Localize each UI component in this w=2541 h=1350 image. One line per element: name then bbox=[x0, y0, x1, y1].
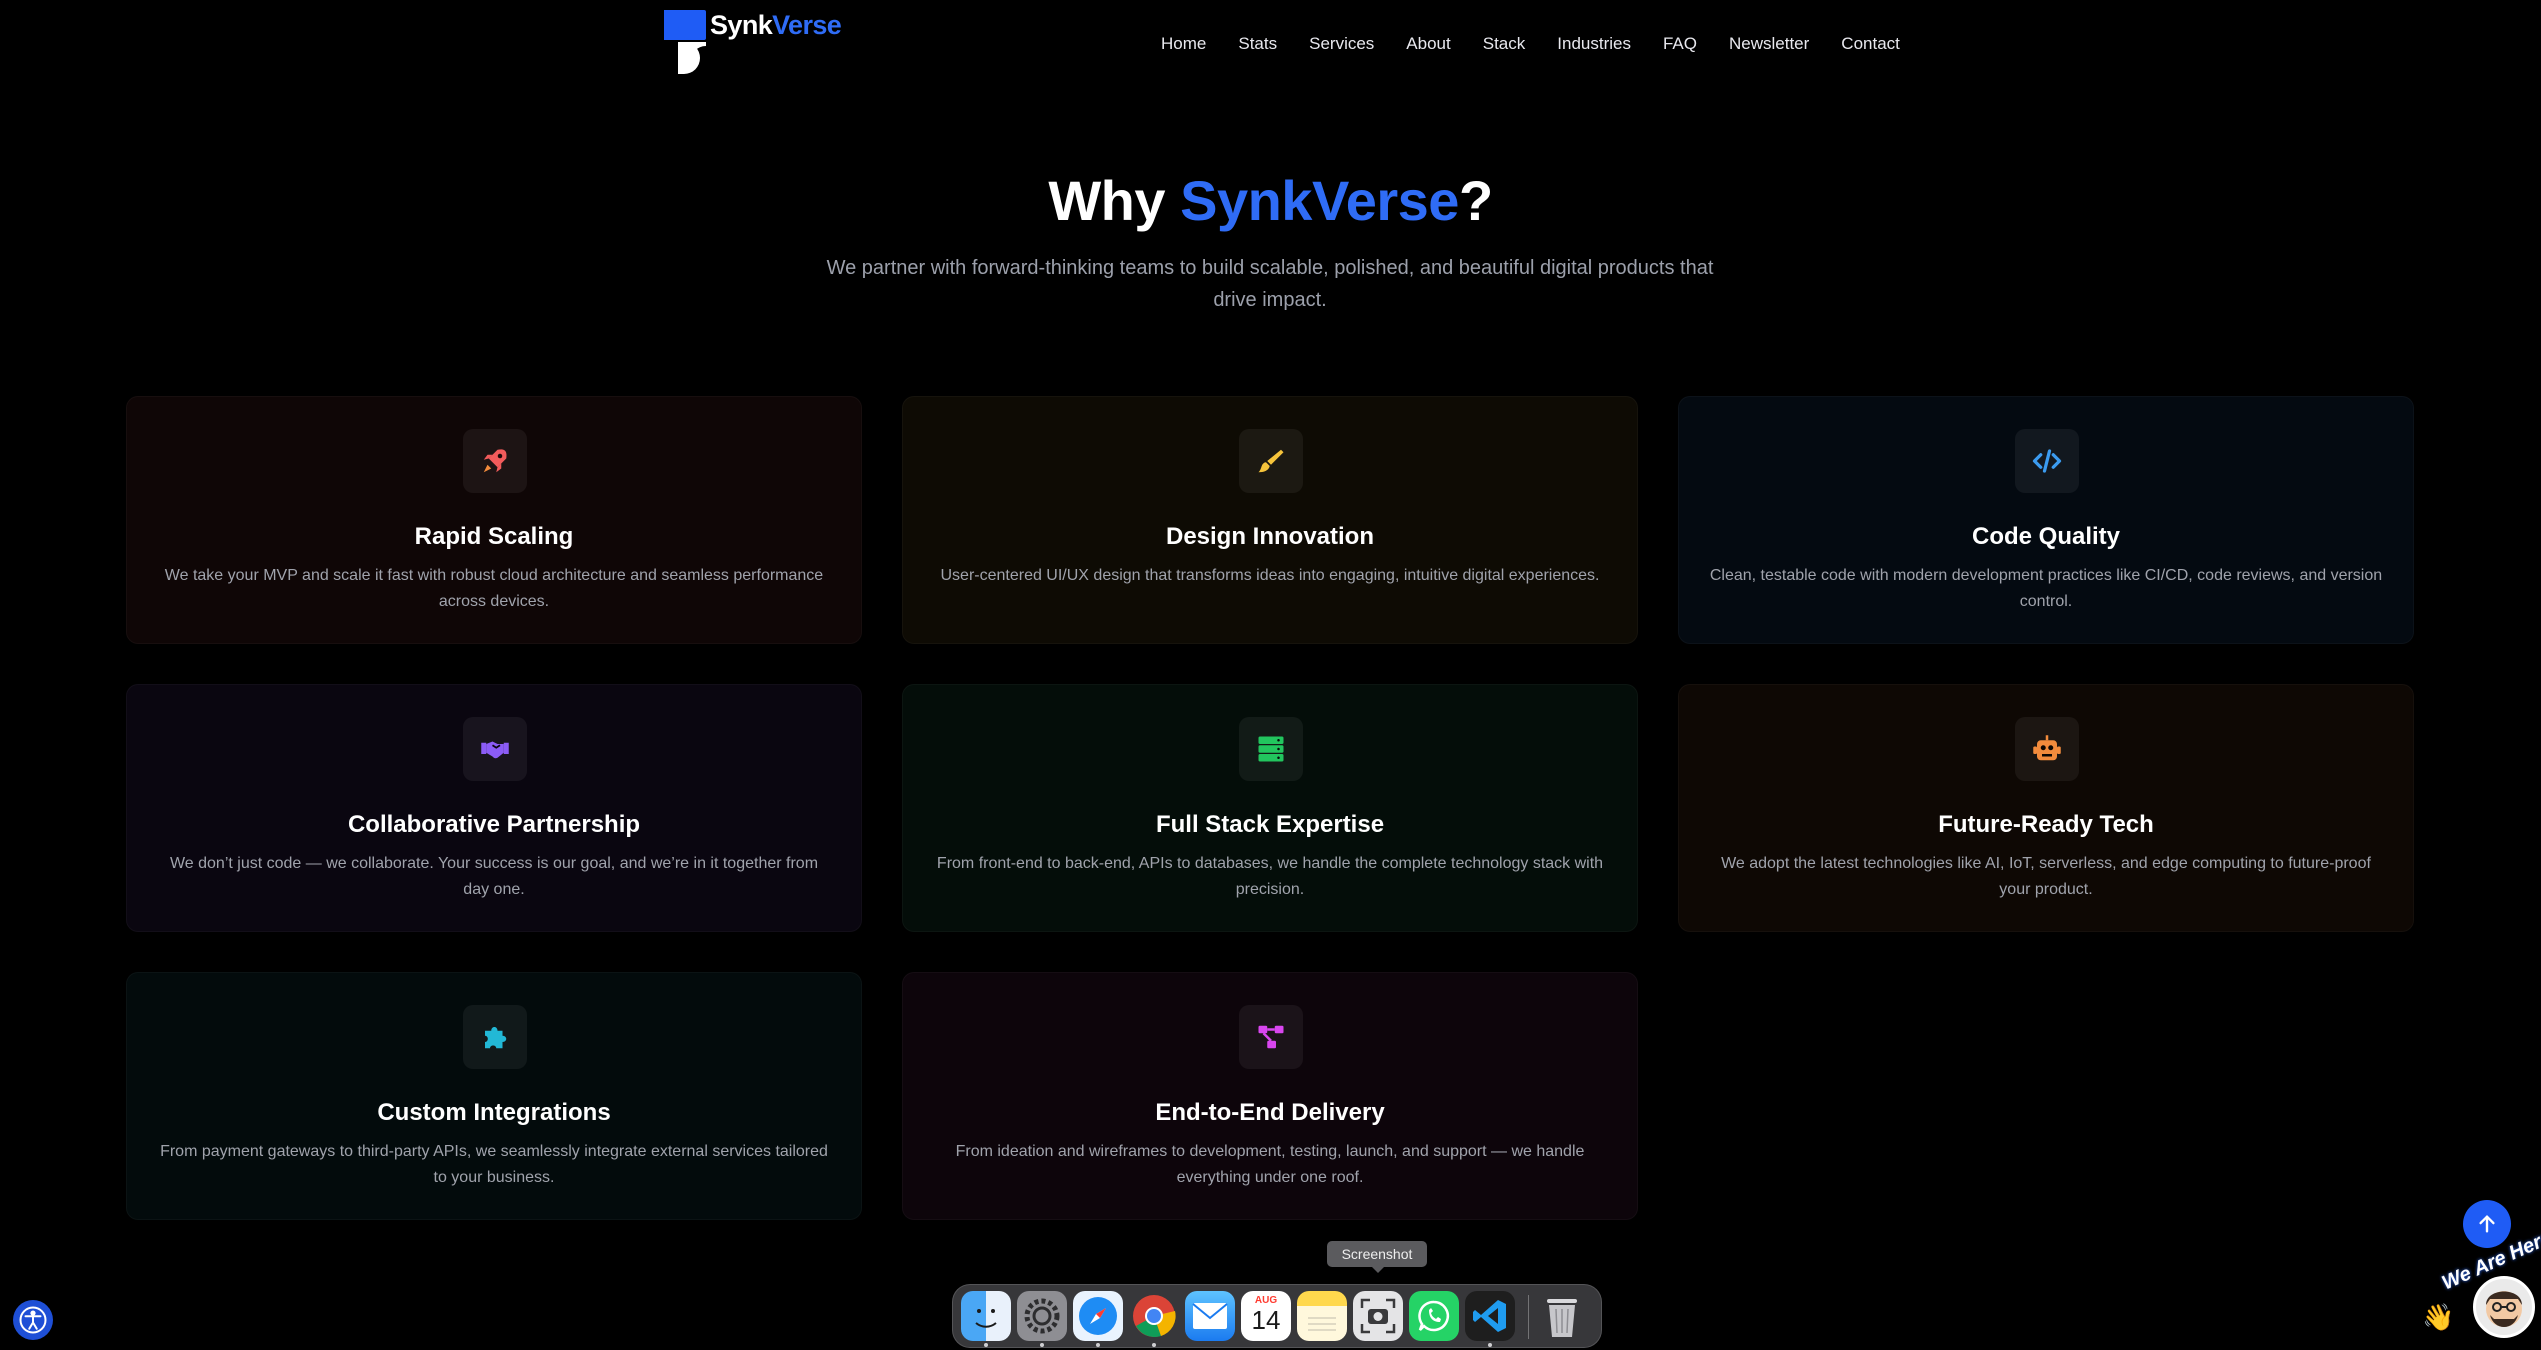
chrome-icon[interactable] bbox=[1129, 1291, 1179, 1347]
feature-card-code-quality: Code Quality Clean, testable code with m… bbox=[1678, 396, 2414, 644]
mail-icon[interactable] bbox=[1185, 1291, 1235, 1341]
card-text: From payment gateways to third-party API… bbox=[160, 1143, 828, 1186]
nav-newsletter[interactable]: Newsletter bbox=[1713, 30, 1825, 58]
compass-icon bbox=[1079, 1297, 1117, 1335]
feature-card-collaborative-partnership: Collaborative Partnership We don’t just … bbox=[126, 684, 862, 932]
feature-card-end-to-end-delivery: End-to-End Delivery From ideation and wi… bbox=[902, 972, 1638, 1220]
running-indicator bbox=[1152, 1343, 1156, 1347]
nav-faq[interactable]: FAQ bbox=[1647, 30, 1713, 58]
robot-icon bbox=[2033, 735, 2061, 761]
server-icon bbox=[1258, 736, 1284, 762]
card-icon-box bbox=[2015, 429, 2079, 493]
safari-icon[interactable] bbox=[1073, 1291, 1123, 1347]
running-indicator bbox=[1096, 1343, 1100, 1347]
card-title: Design Innovation bbox=[1165, 523, 1374, 550]
workflow-icon bbox=[1258, 1025, 1284, 1049]
feature-card-design-innovation: Design Innovation User-centered UI/UX de… bbox=[902, 396, 1638, 644]
avatar-face-icon bbox=[2486, 1291, 2522, 1327]
card-icon-box bbox=[463, 717, 527, 781]
card-text: From ideation and wireframes to developm… bbox=[955, 1143, 1585, 1186]
card-icon-box bbox=[463, 1005, 527, 1069]
vscode-logo-icon bbox=[1473, 1300, 1506, 1332]
paint-brush-icon bbox=[1258, 449, 1284, 473]
nav-contact[interactable]: Contact bbox=[1825, 30, 1916, 58]
card-icon-box bbox=[2015, 717, 2079, 781]
card-title: Full Stack Expertise bbox=[1155, 811, 1385, 838]
card-text: Clean, testable code with modern develop… bbox=[1709, 567, 2383, 610]
notes-icon[interactable] bbox=[1297, 1291, 1347, 1341]
nav-stack[interactable]: Stack bbox=[1467, 30, 1542, 58]
chat-bubble-icon bbox=[1418, 1300, 1450, 1332]
card-icon-box bbox=[1239, 1005, 1303, 1069]
nav-about[interactable]: About bbox=[1390, 30, 1466, 58]
brand-logo[interactable]: SynkVerse bbox=[664, 10, 842, 74]
feature-card-full-stack-expertise: Full Stack Expertise From front-end to b… bbox=[902, 684, 1638, 932]
avatar bbox=[2473, 1276, 2535, 1338]
card-text: User-centered UI/UX design that transfor… bbox=[940, 567, 1600, 584]
nav-industries[interactable]: Industries bbox=[1541, 30, 1647, 58]
card-text: We adopt the latest technologies like AI… bbox=[1721, 855, 2371, 898]
nav-services[interactable]: Services bbox=[1293, 30, 1390, 58]
card-text: We don’t just code — we collaborate. You… bbox=[169, 855, 819, 898]
calendar-icon[interactable]: AUG 14 bbox=[1241, 1291, 1291, 1341]
macos-dock: AUG 14 bbox=[952, 1284, 1602, 1348]
section-subtitle: We partner with forward-thinking teams t… bbox=[826, 257, 1714, 311]
nav-home[interactable]: Home bbox=[1145, 30, 1222, 58]
dock-separator bbox=[1528, 1295, 1529, 1339]
calendar-day: 14 bbox=[1251, 1305, 1281, 1335]
camera-icon bbox=[1360, 1298, 1396, 1334]
arrow-up-icon bbox=[2479, 1215, 2495, 1233]
page: SynkVerse Home Stats Services About Stac… bbox=[0, 0, 2541, 1350]
running-indicator bbox=[984, 1343, 988, 1347]
feature-card-custom-integrations: Custom Integrations From payment gateway… bbox=[126, 972, 862, 1220]
handshake-icon bbox=[481, 741, 509, 759]
screenshot-icon[interactable] bbox=[1353, 1291, 1403, 1341]
card-title: Future-Ready Tech bbox=[1938, 811, 2154, 838]
system-settings-icon[interactable] bbox=[1017, 1291, 1067, 1347]
accessibility-icon bbox=[19, 1306, 47, 1334]
card-icon-box bbox=[463, 429, 527, 493]
section-title: Why SynkVerse? bbox=[1048, 169, 1493, 232]
card-title: End-to-End Delivery bbox=[1155, 1099, 1385, 1126]
card-title: Custom Integrations bbox=[377, 1099, 611, 1126]
accessibility-button[interactable] bbox=[13, 1300, 53, 1340]
card-text: We take your MVP and scale it fast with … bbox=[164, 567, 824, 610]
card-icon-box bbox=[1239, 429, 1303, 493]
main-nav: Home Stats Services About Stack Industri… bbox=[1145, 30, 1916, 58]
card-title: Collaborative Partnership bbox=[347, 811, 641, 838]
vscode-icon[interactable] bbox=[1465, 1291, 1515, 1347]
rocket-icon bbox=[483, 449, 507, 473]
envelope-icon bbox=[1192, 1303, 1228, 1329]
logo-mark-icon bbox=[664, 10, 706, 74]
dock-tooltip: Screenshot bbox=[1327, 1241, 1427, 1273]
trash-icon[interactable] bbox=[1537, 1291, 1587, 1341]
card-title: Rapid Scaling bbox=[414, 523, 574, 550]
running-indicator bbox=[1040, 1343, 1044, 1347]
running-indicator bbox=[1488, 1343, 1492, 1347]
gear-icon bbox=[1024, 1298, 1060, 1334]
brand-name: SynkVerse bbox=[710, 10, 842, 40]
puzzle-icon bbox=[485, 1027, 507, 1049]
lines-icon bbox=[1308, 1317, 1336, 1331]
feature-card-future-ready-tech: Future-Ready Tech We adopt the latest te… bbox=[1678, 684, 2414, 932]
card-title: Code Quality bbox=[1971, 523, 2121, 550]
whatsapp-icon[interactable] bbox=[1409, 1291, 1459, 1341]
trash-can-icon bbox=[1547, 1299, 1577, 1337]
feature-card-rapid-scaling: Rapid Scaling We take your MVP and scale… bbox=[126, 396, 862, 644]
code-icon bbox=[2032, 449, 2062, 473]
chrome-logo-icon bbox=[1133, 1295, 1176, 1338]
card-text: From front-end to back-end, APIs to data… bbox=[936, 855, 1604, 898]
waving-hand-icon: 👋 bbox=[2422, 1302, 2455, 1332]
finder-face-icon bbox=[975, 1309, 997, 1328]
finder-icon[interactable] bbox=[961, 1291, 1011, 1347]
nav-stats[interactable]: Stats bbox=[1222, 30, 1293, 58]
card-icon-box bbox=[1239, 717, 1303, 781]
chat-widget[interactable]: We Are Here! 👋 bbox=[2418, 1224, 2541, 1350]
